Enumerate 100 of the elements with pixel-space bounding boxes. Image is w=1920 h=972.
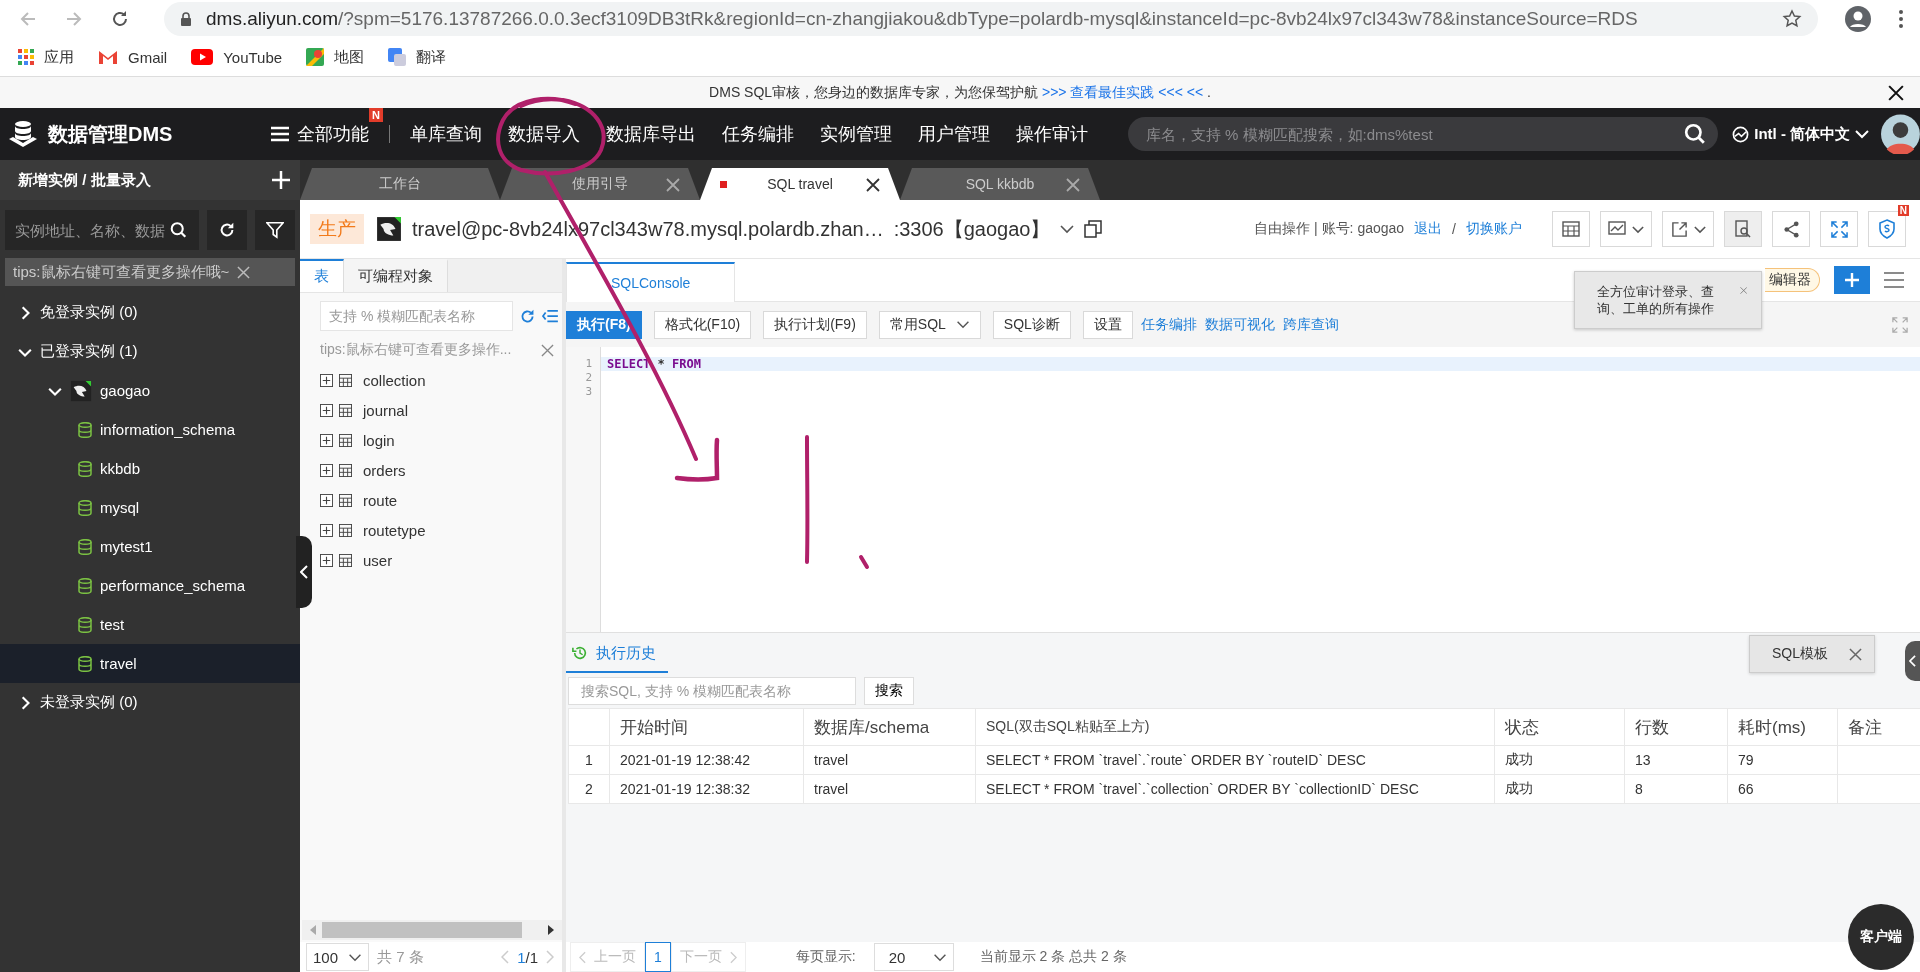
chart-dropdown-button[interactable]	[1600, 211, 1652, 247]
bookmark-link[interactable]: 地图	[306, 47, 365, 67]
fullscreen-button[interactable]	[1820, 211, 1858, 247]
switch-account-link[interactable]: 切换账户	[1466, 220, 1522, 238]
list-collapse-icon[interactable]	[542, 309, 558, 323]
editor-toggle[interactable]: 编辑器	[1765, 268, 1820, 292]
global-search-field[interactable]: 库名，支持 % 模糊匹配搜索，如:dms%test	[1127, 117, 1719, 151]
add-button[interactable]	[1834, 266, 1870, 294]
reload-icon[interactable]	[110, 9, 130, 29]
nav-menu-item[interactable]: 数据导入	[507, 122, 580, 146]
instance-search-field[interactable]: 实例地址、名称、数据	[5, 210, 199, 250]
editor-tab[interactable]: 工作台	[300, 168, 500, 200]
panel-tab[interactable]: 表	[300, 259, 344, 292]
bookmark-link[interactable]: Gmail	[98, 48, 168, 66]
search-icon[interactable]	[170, 221, 187, 239]
search-button[interactable]: 搜索	[864, 677, 914, 705]
column-header: SQL(双击SQL粘贴至上方)	[975, 708, 1495, 746]
all-features-menu[interactable]: 全部功能	[270, 122, 369, 146]
page-size-select[interactable]: 20	[873, 943, 954, 971]
history-tab[interactable]: 执行历史	[566, 635, 668, 673]
table-name[interactable]: user	[363, 551, 393, 569]
refresh-icon[interactable]	[519, 307, 536, 325]
avatar-icon[interactable]	[1881, 114, 1920, 154]
console-tab[interactable]: SQLConsole	[566, 262, 736, 302]
nav-menu-item[interactable]: 数据库导出	[605, 122, 696, 146]
editor-tab[interactable]: SQL kkbdb	[900, 168, 1100, 200]
collapse-handle[interactable]	[1905, 641, 1920, 681]
expand-plus-icon[interactable]	[320, 373, 333, 387]
tree-item[interactable]: test	[0, 605, 300, 644]
tree-item[interactable]: 未登录实例 (0)	[0, 683, 300, 722]
filter-button[interactable]	[255, 210, 295, 250]
table-name[interactable]: orders	[363, 461, 406, 479]
editor-tab[interactable]: SQL travel	[700, 168, 900, 200]
expand-plus-icon[interactable]	[320, 553, 333, 567]
table-name[interactable]: login	[363, 431, 395, 449]
nav-menu-item[interactable]: 单库查询	[409, 122, 482, 146]
table-name[interactable]: collection	[363, 371, 426, 389]
apps-grid-icon	[18, 49, 34, 65]
table-filter-field[interactable]: 支持 % 模糊匹配表名称	[320, 301, 513, 331]
history-search-field[interactable]: 搜索SQL, 支持 % 模糊匹配表名称	[568, 677, 856, 705]
toolbar-link[interactable]: 任务编排	[1140, 315, 1197, 334]
tree-item[interactable]: performance_schema	[0, 566, 300, 605]
toolbar-button[interactable]: SQL诊断	[992, 310, 1071, 339]
language-selector[interactable]: Intl - 简体中文	[1732, 124, 1870, 144]
refresh-button[interactable]	[207, 210, 247, 250]
tree-item[interactable]: mytest1	[0, 527, 300, 566]
table-name[interactable]: routetype	[363, 521, 426, 539]
bookmark-link[interactable]: YouTube	[191, 48, 283, 66]
search-icon[interactable]	[1684, 123, 1707, 145]
scroll-thumb[interactable]	[322, 922, 522, 938]
toolbar-link[interactable]: 数据可视化	[1204, 315, 1275, 334]
menu-icon[interactable]	[1884, 272, 1904, 288]
expand-plus-icon[interactable]	[320, 403, 333, 417]
logout-link[interactable]: 退出	[1414, 220, 1443, 238]
nav-menu-item[interactable]: 任务编排	[721, 122, 794, 146]
horizontal-scrollbar[interactable]	[302, 920, 562, 940]
expand-plus-icon[interactable]	[320, 433, 333, 447]
editor-tab[interactable]: 使用引导	[500, 168, 700, 200]
toolbar-button[interactable]: 设置	[1082, 310, 1133, 339]
export-dropdown-button[interactable]	[1662, 211, 1714, 247]
table-view-button[interactable]	[1552, 211, 1590, 247]
tree-item[interactable]: information_schema	[0, 410, 300, 449]
toolbar-button[interactable]: 格式化(F10)	[653, 310, 752, 339]
close-icon[interactable]	[866, 178, 880, 192]
best-practice-link[interactable]: >>> 查看最佳实践 <<< <<	[1042, 83, 1204, 100]
toolbar-button[interactable]: 执行计划(F9)	[763, 310, 867, 339]
tree-item[interactable]: 免登录实例 (0)	[0, 293, 300, 332]
toolbar-link[interactable]: 跨库查询	[1282, 315, 1339, 334]
star-icon[interactable]	[1782, 9, 1802, 29]
more-icon[interactable]	[1898, 9, 1904, 29]
scroll-right-icon[interactable]	[548, 925, 554, 935]
page-number[interactable]: 1	[645, 942, 671, 972]
tree-item[interactable]: travel	[0, 644, 300, 683]
page-size-select[interactable]: 100	[306, 943, 370, 971]
bookmark-link[interactable]: 翻译	[388, 47, 447, 67]
nav-menu-item[interactable]: 操作审计	[1015, 122, 1088, 146]
nav-menu-item[interactable]: 实例管理	[819, 122, 892, 146]
tree-item[interactable]: 已登录实例 (1)	[0, 332, 300, 371]
address-bar[interactable]: dms.aliyun.com/?spm=5176.13787266.0.0.3ecf3109DB3tRk&regionId=cn-zhangjiakou&dbType=polardb-mysql&instanceId=pc-8vb24lx97cl343w78&instanceSource=RDS	[164, 2, 1818, 36]
profile-icon[interactable]	[1844, 5, 1872, 33]
panel-tab[interactable]: 可编程对象	[344, 259, 448, 292]
nav-menu-item[interactable]: 用户管理	[917, 122, 990, 146]
product-name: 数据管理DMS	[48, 121, 173, 147]
collapse-handle[interactable]	[296, 536, 312, 608]
plus-icon[interactable]	[272, 171, 290, 189]
table-name[interactable]: route	[363, 491, 398, 509]
tree-item[interactable]: kkbdb	[0, 449, 300, 488]
audit-button[interactable]	[1724, 211, 1762, 247]
tree-item[interactable]: gaogao	[0, 371, 300, 410]
tree-item[interactable]: mysql	[0, 488, 300, 527]
dropdown-button[interactable]: 常用SQL	[878, 310, 981, 339]
share-button[interactable]	[1772, 211, 1810, 247]
table-name[interactable]: journal	[363, 401, 409, 419]
chevron-down-icon[interactable]	[1060, 224, 1075, 234]
expand-plus-icon[interactable]	[320, 523, 333, 537]
expand-plus-icon[interactable]	[320, 493, 333, 507]
copy-icon[interactable]	[1084, 220, 1103, 238]
close-icon[interactable]	[1888, 85, 1904, 101]
expand-plus-icon[interactable]	[320, 463, 333, 477]
bookmark-link[interactable]: 应用	[18, 47, 74, 67]
